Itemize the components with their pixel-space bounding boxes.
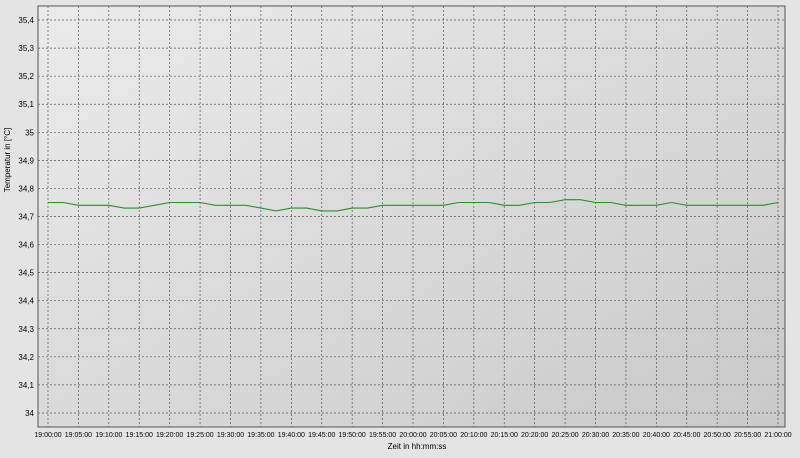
- x-tick-label: 19:55:00: [369, 432, 396, 439]
- y-tick-label: 35,4: [18, 16, 34, 25]
- y-tick-label: 34,4: [18, 297, 34, 306]
- x-tick-label: 19:40:00: [278, 432, 305, 439]
- x-tick-label: 20:40:00: [643, 432, 670, 439]
- x-tick-label: 20:25:00: [551, 432, 578, 439]
- x-tick-label: 19:15:00: [126, 432, 153, 439]
- y-tick-label: 35,3: [18, 44, 34, 53]
- y-tick-label: 34,2: [18, 353, 34, 362]
- y-tick-label: 35,2: [18, 72, 34, 81]
- y-tick-label: 34,7: [18, 213, 34, 222]
- y-tick-label: 34: [25, 409, 34, 418]
- x-tick-label: 20:55:00: [734, 432, 761, 439]
- x-tick-label: 20:30:00: [582, 432, 609, 439]
- y-tick-label: 35,1: [18, 100, 34, 109]
- x-tick-label: 20:10:00: [460, 432, 487, 439]
- x-tick-label: 19:10:00: [95, 432, 122, 439]
- x-tick-label: 20:45:00: [673, 432, 700, 439]
- y-tick-label: 34,6: [18, 241, 34, 250]
- y-tick-label: 34,3: [18, 325, 34, 334]
- x-tick-label: 19:00:00: [34, 432, 61, 439]
- x-tick-label: 20:35:00: [612, 432, 639, 439]
- x-tick-label: 19:30:00: [217, 432, 244, 439]
- x-tick-label: 20:50:00: [704, 432, 731, 439]
- chart-svg: 34 34,1 34,2 34,3 34,4 34,5 34,6 34,7 34,8 34,9 35…: [0, 0, 800, 453]
- x-tick-label: 20:05:00: [430, 432, 457, 439]
- temperature-chart: 34 34,1 34,2 34,3 34,4 34,5 34,6 34,7 34,8 34,9 35…: [0, 0, 800, 453]
- y-axis-label: Temperatur in [°C]: [3, 128, 12, 193]
- x-axis-label: Zeit in hh:mm:ss: [388, 442, 447, 451]
- y-tick-label: 34,9: [18, 156, 34, 165]
- x-tick-label: 20:00:00: [399, 432, 426, 439]
- x-tick-label: 19:05:00: [65, 432, 92, 439]
- x-tick-label: 19:35:00: [247, 432, 274, 439]
- y-tick-label: 34,5: [18, 269, 34, 278]
- y-axis-ticks: 34 34,1 34,2 34,3 34,4 34,5 34,6 34,7 34,8 34,9 35…: [18, 16, 34, 418]
- x-tick-label: 20:20:00: [521, 432, 548, 439]
- x-tick-label: 19:20:00: [156, 432, 183, 439]
- x-tick-label: 19:45:00: [308, 432, 335, 439]
- y-tick-label: 34,1: [18, 381, 34, 390]
- x-tick-label: 19:25:00: [186, 432, 213, 439]
- x-tick-label: 21:00:00: [764, 432, 791, 439]
- x-axis-ticks: 19:00:00 19:05:00 19:10:00 19:15:00 19:20:00…: [34, 432, 791, 439]
- y-tick-label: 35: [25, 128, 34, 137]
- y-tick-label: 34,8: [18, 184, 34, 193]
- x-tick-label: 19:50:00: [339, 432, 366, 439]
- x-tick-label: 20:15:00: [491, 432, 518, 439]
